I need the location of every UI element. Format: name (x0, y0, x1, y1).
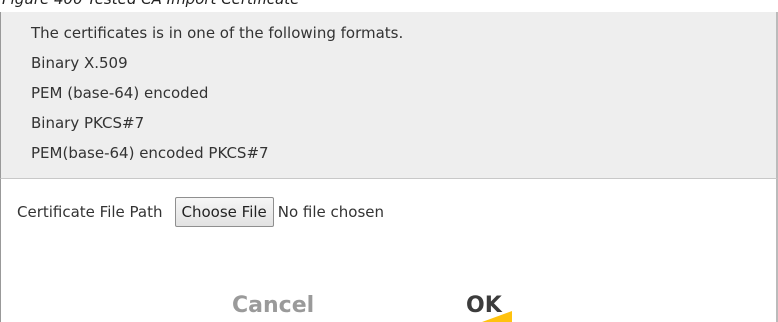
no-file-chosen-text: No file chosen (277, 203, 385, 221)
format-binary-x509: Binary X.509 (31, 54, 128, 72)
cancel-button[interactable]: Cancel (232, 293, 314, 318)
ok-button[interactable]: OK (466, 293, 502, 318)
certificate-file-path-row: Certificate File Path Choose File No fil… (17, 196, 384, 228)
format-binary-pkcs7: Binary PKCS#7 (31, 114, 145, 132)
certificate-format-info-panel: The certificates is in one of the follow… (0, 12, 778, 179)
certificate-file-path-label: Certificate File Path (17, 203, 163, 221)
dialog-left-border (0, 179, 1, 322)
figure-caption: Figure 400 Tested CA Import Certificate (2, 0, 299, 8)
format-pem-base64-pkcs7: PEM(base-64) encoded PKCS#7 (31, 144, 269, 162)
choose-file-button[interactable]: Choose File (174, 197, 274, 227)
format-pem-base64: PEM (base-64) encoded (31, 84, 209, 102)
info-intro-text: The certificates is in one of the follow… (31, 24, 404, 42)
import-certificate-dialog: Figure 400 Tested CA Import Certificate … (0, 0, 778, 322)
